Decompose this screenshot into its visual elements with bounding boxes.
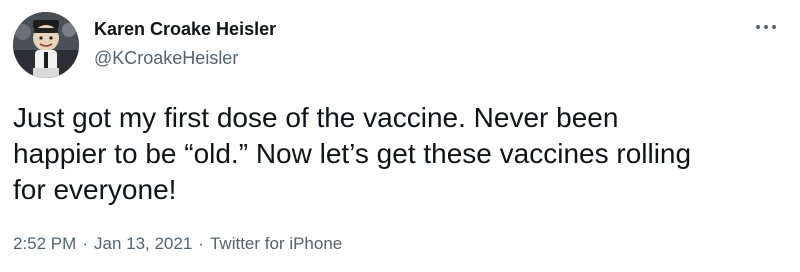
avatar[interactable] <box>13 12 79 78</box>
avatar-image <box>13 12 79 78</box>
meta-separator: · <box>82 234 88 253</box>
tweet-text: Just got my first dose of the vaccine. N… <box>13 100 773 208</box>
more-dots-icon <box>756 25 776 29</box>
author-name[interactable]: Karen Croake Heisler <box>94 17 276 41</box>
author-handle[interactable]: @KCroakeHeisler <box>94 46 238 70</box>
more-options-button[interactable] <box>748 12 784 42</box>
tweet-date[interactable]: Jan 13, 2021 <box>94 234 192 253</box>
tweet-text-line: happier to be “old.” Now let’s get these… <box>13 138 692 169</box>
tweet-card: Karen Croake Heisler @KCroakeHeisler Jus… <box>0 0 800 272</box>
tweet-source[interactable]: Twitter for iPhone <box>210 234 342 253</box>
tweet-text-line: Just got my first dose of the vaccine. N… <box>13 102 619 133</box>
tweet-meta: 2:52 PM · Jan 13, 2021 · Twitter for iPhone <box>13 232 342 256</box>
tweet-text-line: for everyone! <box>13 174 177 205</box>
tweet-time[interactable]: 2:52 PM <box>13 234 76 253</box>
meta-separator: · <box>198 234 204 253</box>
